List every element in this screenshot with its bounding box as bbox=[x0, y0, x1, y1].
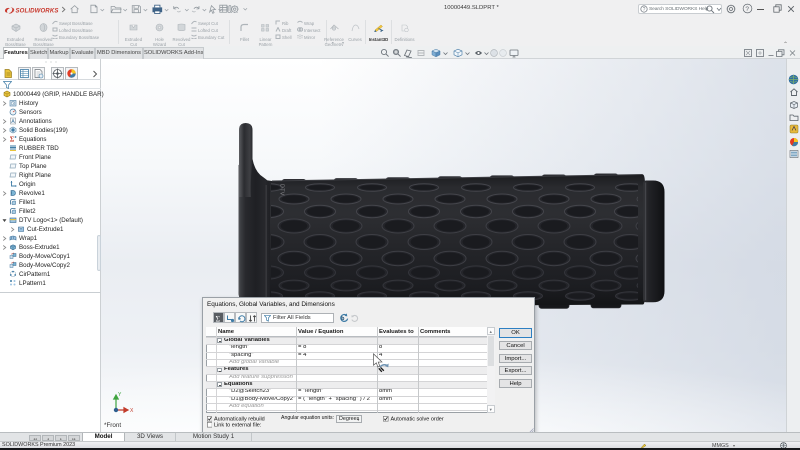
svg-text:Y: Y bbox=[118, 392, 122, 398]
svg-text:DTV: DTV bbox=[279, 184, 285, 196]
svg-text:*Front: *Front bbox=[104, 422, 121, 429]
svg-text:Σ: Σ bbox=[215, 314, 220, 323]
svg-text:?: ? bbox=[643, 7, 646, 13]
svg-text:SOLIDWORKS: SOLIDWORKS bbox=[16, 8, 59, 15]
svg-text:Σ: Σ bbox=[10, 136, 15, 143]
svg-text:b: b bbox=[341, 315, 344, 321]
svg-text:?: ? bbox=[745, 6, 749, 13]
svg-text:X: X bbox=[130, 408, 134, 414]
